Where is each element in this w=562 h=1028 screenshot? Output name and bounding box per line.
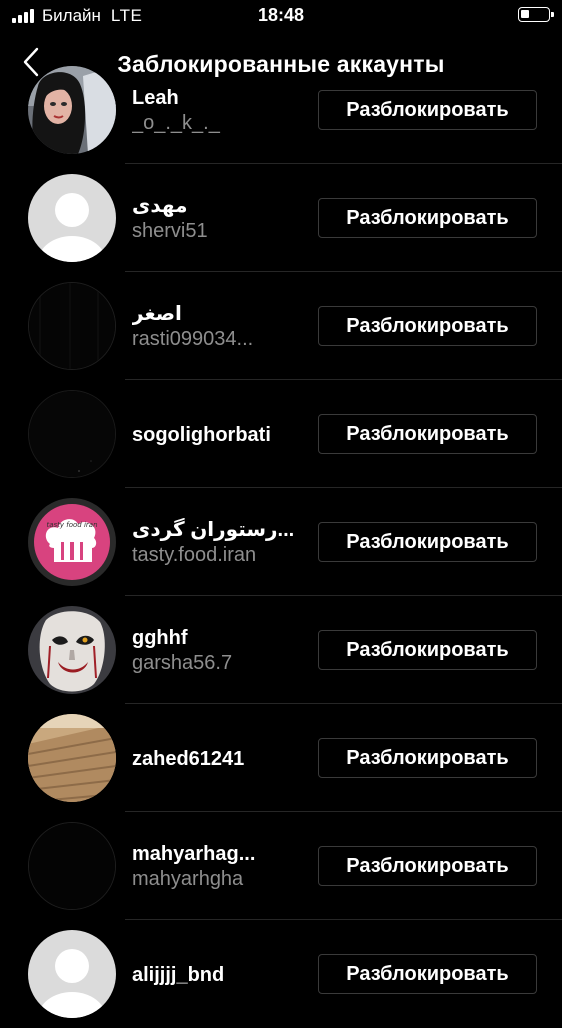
logo-text: tasty food iran — [46, 521, 97, 529]
avatar[interactable] — [28, 66, 116, 154]
user-info[interactable]: مهدی shervi51 — [132, 194, 307, 243]
avatar[interactable] — [28, 174, 116, 262]
unblock-button[interactable]: Разблокировать — [318, 846, 537, 886]
unblock-button[interactable]: Разблокировать — [318, 738, 537, 778]
battery-icon — [518, 7, 554, 22]
username: Leah — [132, 87, 179, 109]
username: رستوران گردی... — [132, 519, 295, 541]
blocked-account-row: اصغر rasti099034... Разблокировать — [0, 272, 562, 380]
default-avatar-icon — [28, 174, 116, 262]
status-bar: Билайн LTE 18:48 — [0, 0, 562, 32]
blocked-account-row: sogolighorbati Разблокировать — [0, 380, 562, 488]
user-info[interactable]: رستوران گردی... tasty.food.iran — [132, 518, 307, 567]
blocked-account-row: gghhf garsha56.7 Разблокировать — [0, 596, 562, 704]
avatar[interactable] — [28, 390, 116, 478]
chef-hat-logo-icon: tasty food iran — [28, 498, 116, 586]
default-avatar-icon — [28, 930, 116, 1018]
user-info[interactable]: sogolighorbati — [132, 423, 307, 447]
unblock-button[interactable]: Разблокировать — [318, 198, 537, 238]
avatar[interactable]: tasty food iran — [28, 498, 116, 586]
username: اصغر — [132, 303, 182, 325]
username: sogolighorbati — [132, 424, 271, 446]
user-info[interactable]: mahyarhag... mahyarhgha — [132, 842, 307, 891]
username: مهدی — [132, 195, 188, 217]
username: alijjjj_bnd — [132, 964, 225, 986]
unblock-button[interactable]: Разблокировать — [318, 954, 537, 994]
unblock-button[interactable]: Разблокировать — [318, 522, 537, 562]
unblock-button[interactable]: Разблокировать — [318, 90, 537, 130]
full-name: shervi51 — [132, 220, 208, 242]
username: zahed61241 — [132, 748, 245, 770]
full-name: rasti099034... — [132, 328, 254, 350]
avatar[interactable] — [28, 714, 116, 802]
full-name: _o_._k_._ — [132, 112, 220, 134]
blocked-account-row: alijjjj_bnd Разблокировать — [0, 920, 562, 1028]
blocked-account-row: mahyarhag... mahyarhgha Разблокировать — [0, 812, 562, 920]
unblock-button[interactable]: Разблокировать — [318, 306, 537, 346]
full-name: mahyarhgha — [132, 868, 244, 890]
blocked-account-row: zahed61241 Разблокировать — [0, 704, 562, 812]
username: mahyarhag... — [132, 843, 256, 865]
user-info[interactable]: Leah _o_._k_._ — [132, 86, 307, 135]
user-info[interactable]: zahed61241 — [132, 747, 307, 771]
avatar[interactable] — [28, 282, 116, 370]
user-info[interactable]: gghhf garsha56.7 — [132, 626, 307, 675]
full-name: tasty.food.iran — [132, 544, 257, 566]
status-time: 18:48 — [257, 5, 305, 25]
unblock-button[interactable]: Разблокировать — [318, 414, 537, 454]
blocked-account-row: Leah _o_._k_._ Разблокировать — [0, 56, 562, 164]
blocked-account-row: مهدی shervi51 Разблокировать — [0, 164, 562, 272]
username: gghhf — [132, 627, 188, 649]
user-info[interactable]: اصغر rasti099034... — [132, 302, 307, 351]
blocked-accounts-list: Leah _o_._k_._ Разблокировать مهدی sherv… — [0, 66, 562, 1028]
blocked-account-row: tasty food iran رستوران گردی... tasty.fo… — [0, 488, 562, 596]
avatar[interactable] — [28, 930, 116, 1018]
full-name: garsha56.7 — [132, 652, 233, 674]
avatar[interactable] — [28, 822, 116, 910]
avatar[interactable] — [28, 606, 116, 694]
unblock-button[interactable]: Разблокировать — [318, 630, 537, 670]
user-info[interactable]: alijjjj_bnd — [132, 963, 307, 987]
